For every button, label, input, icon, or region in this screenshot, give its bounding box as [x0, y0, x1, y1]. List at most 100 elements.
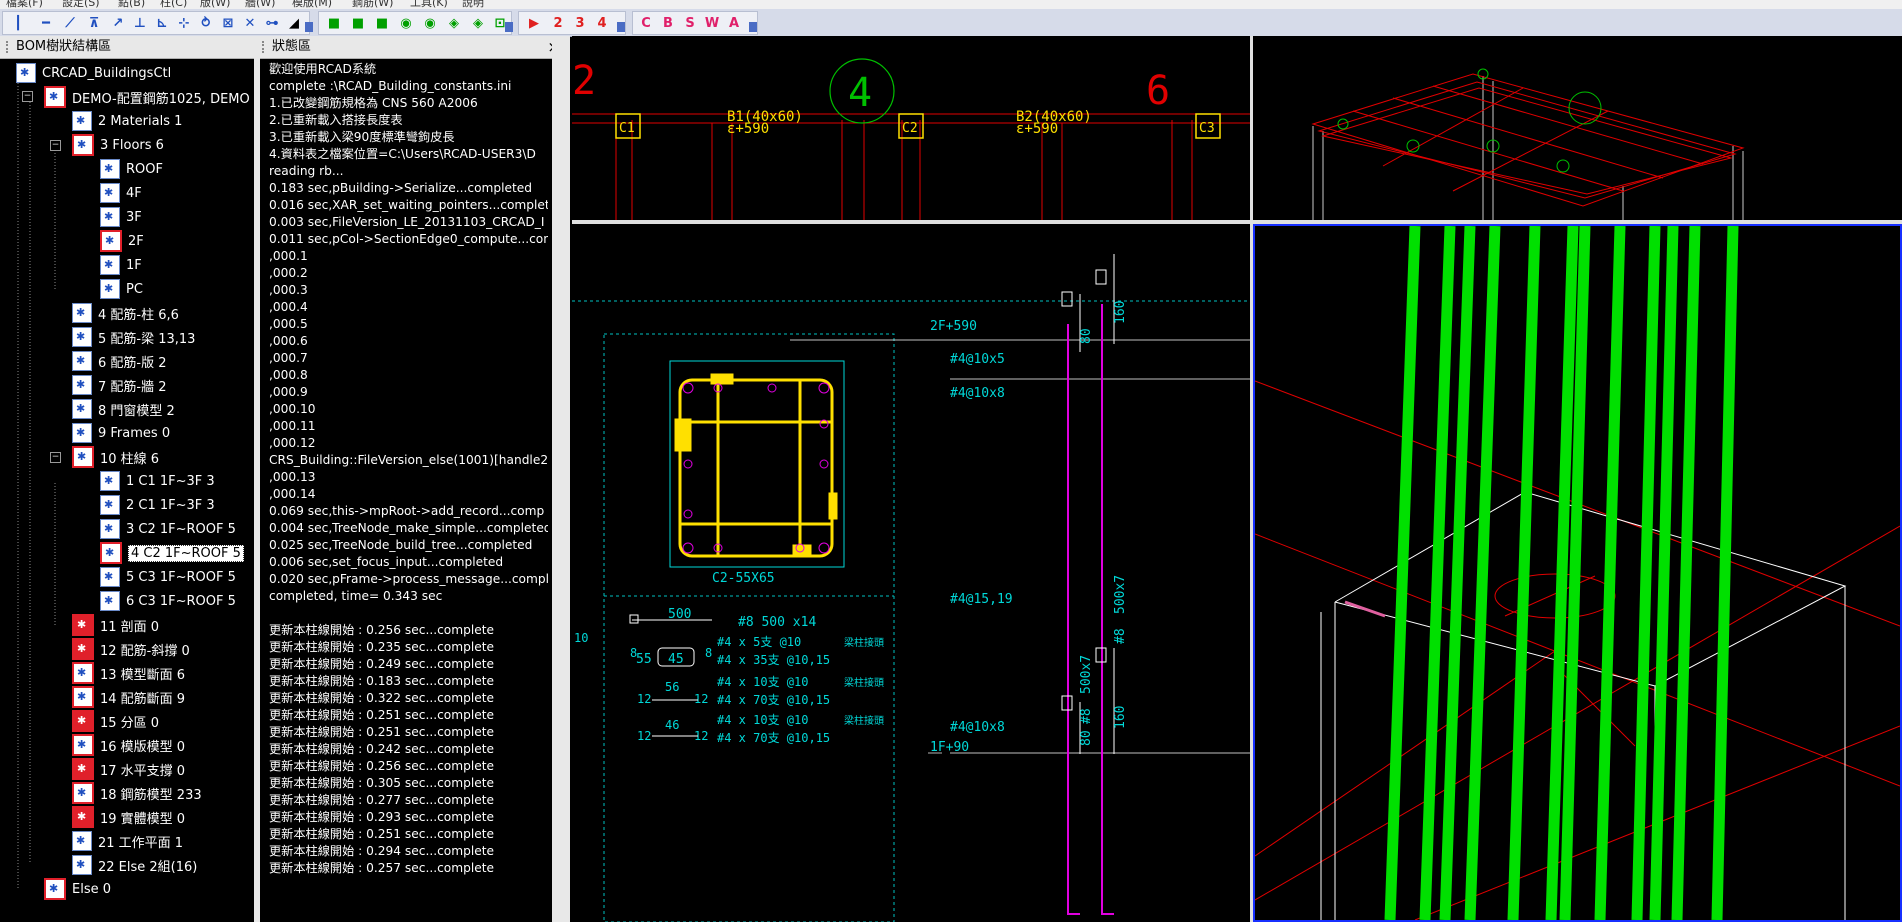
tree-item[interactable]: ✱ 3 C2 1F~ROOF 5: [100, 518, 236, 540]
tree-item[interactable]: ✱ 5 配筋-梁 13,13: [72, 326, 195, 348]
green-box-3-icon[interactable]: ■: [373, 15, 391, 31]
status-line: 更新本柱線開始 : 0.242 sec...complete: [269, 742, 495, 756]
extend-icon[interactable]: ⊾: [153, 15, 171, 31]
expand-toggle[interactable]: −: [22, 91, 33, 102]
tree-item[interactable]: ✱ 10 柱線 6: [72, 446, 159, 468]
tree-item[interactable]: ✱ 2 C1 1F~3F 3: [100, 494, 215, 516]
node-icon: ✱: [72, 327, 92, 347]
vertical-scrollbar[interactable]: [552, 36, 570, 922]
tree-item[interactable]: ✱ 18 鋼筋模型 233: [72, 782, 202, 804]
layer-2-icon[interactable]: ◈: [469, 15, 487, 31]
menu-rebar[interactable]: 鋼筋(W): [352, 0, 393, 9]
tree-item[interactable]: ✱ 4 C2 1F~ROOF 5: [100, 542, 244, 564]
menu-formwork[interactable]: 模版(M): [292, 0, 332, 9]
status-line: ,000.11: [269, 419, 316, 433]
menu-slab[interactable]: 版(W): [200, 0, 230, 9]
tree-item[interactable]: ✱ 4 配筋-柱 6,6: [72, 302, 179, 324]
tree-item[interactable]: ✱ ROOF: [100, 158, 163, 180]
tree-item[interactable]: ✱ 3F: [100, 206, 142, 228]
menu-wall[interactable]: 牆(W): [245, 0, 275, 9]
tree-item[interactable]: ✱ 2 Materials 1: [72, 110, 182, 132]
viewport-plan[interactable]: 2 4 6 C1 C2 C3 B1(40x60) ε+590 B2(40x60)…: [572, 36, 1250, 220]
node-icon: ✱: [72, 638, 94, 660]
viewport-detail[interactable]: C2-55X65 10 8 8 500 #8 500 x14 55 45 56 …: [572, 224, 1250, 922]
tree-item[interactable]: ✱ 3 Floors 6: [72, 134, 164, 156]
tree-item[interactable]: ✱ 22 Else 2組(16): [72, 854, 197, 876]
tree-item[interactable]: ✱ 5 C3 1F~ROOF 5: [100, 566, 236, 588]
filter-slab-button[interactable]: S: [681, 15, 699, 31]
menu-tools[interactable]: 工具(K): [410, 0, 448, 9]
tree-item[interactable]: ✱ 14 配筋斷面 9: [72, 686, 185, 708]
menu-column[interactable]: 柱(C): [160, 0, 187, 9]
viewport-3-button[interactable]: 3: [571, 15, 589, 31]
tree-item[interactable]: ✱ 6 C3 1F~ROOF 5: [100, 590, 236, 612]
node-icon: ✱: [72, 351, 92, 371]
tree-item[interactable]: ✱ PC: [100, 278, 143, 300]
expand-toggle[interactable]: −: [50, 140, 61, 151]
vertical-line-icon[interactable]: ┃: [9, 15, 27, 31]
tree-item[interactable]: ✱ 4F: [100, 182, 142, 204]
delete-icon[interactable]: ✕: [241, 15, 259, 31]
tree-item[interactable]: ✱ 11 剖面 0: [72, 614, 159, 636]
filter-column-button[interactable]: C: [637, 15, 655, 31]
tree-item[interactable]: ✱ 16 模版模型 0: [72, 734, 185, 756]
tree-item[interactable]: ✱ Else 0: [44, 878, 111, 900]
tree-item[interactable]: ✱ 13 模型斷面 6: [72, 662, 185, 684]
tree-item[interactable]: ✱ 6 配筋-版 2: [72, 350, 167, 372]
tree-item[interactable]: ✱ 1 C1 1F~3F 3: [100, 470, 215, 492]
status-line: 更新本柱線開始 : 0.256 sec...complete: [269, 623, 495, 637]
dock-grip-2[interactable]: [262, 41, 267, 53]
tree-item[interactable]: ✱ 19 實體模型 0: [72, 806, 185, 828]
stirrup-note: 梁柱接頭: [844, 636, 884, 649]
run-icon[interactable]: ▶: [525, 15, 543, 31]
green-box-2-icon[interactable]: ■: [349, 15, 367, 31]
tree-item-label: 1 C1 1F~3F 3: [126, 473, 215, 489]
node-icon: ✱: [100, 495, 120, 515]
filter-all-button[interactable]: A: [725, 15, 743, 31]
menu-settings[interactable]: 設定(S): [62, 0, 100, 9]
fill-triangle-icon[interactable]: ◢: [285, 15, 303, 31]
dim-v-500x7a: 500x7: [1113, 575, 1128, 614]
diagonal-line-icon[interactable]: ⟋: [61, 15, 79, 31]
tree-item[interactable]: ✱ 9 Frames 0: [72, 422, 170, 444]
viewport-3d-rebar[interactable]: [1253, 224, 1902, 922]
tree-item[interactable]: ✱ 17 水平支撐 0: [72, 758, 185, 780]
tree-item[interactable]: ✱ 21 工作平面 1: [72, 830, 183, 852]
tree-root[interactable]: ✱ CRCAD_BuildingsCtl: [16, 62, 171, 84]
green-box-icon[interactable]: ■: [325, 15, 343, 31]
tree-item[interactable]: ✱ 7 配筋-牆 2: [72, 374, 167, 396]
tree-item[interactable]: ✱ 1F: [100, 254, 142, 276]
rotate-icon[interactable]: ⥁: [197, 15, 215, 31]
node-icon: ✱: [100, 591, 120, 611]
trim-icon[interactable]: ⊥: [131, 15, 149, 31]
filter-wall-button[interactable]: W: [703, 15, 721, 31]
layer-icon[interactable]: ◈: [445, 15, 463, 31]
tree-item[interactable]: ✱ 8 門窗模型 2: [72, 398, 175, 420]
menu-file[interactable]: 檔案(F): [6, 0, 43, 9]
tree-item[interactable]: ✱ 2F: [100, 230, 144, 252]
horizontal-line-icon[interactable]: ━: [37, 15, 55, 31]
beam-line-icon[interactable]: ⊼: [85, 15, 103, 31]
elev-2f: 2F+590: [930, 319, 977, 334]
red-circle-icon[interactable]: ◉: [421, 15, 439, 31]
expand-toggle[interactable]: −: [50, 452, 61, 463]
viewport-4-button[interactable]: 4: [593, 15, 611, 31]
filter-beam-button[interactable]: B: [659, 15, 677, 31]
viewport-3d-frame[interactable]: [1253, 36, 1902, 220]
tree-demo[interactable]: ✱ DEMO-配置鋼筋1025, DEMO: [44, 86, 250, 108]
tree-item[interactable]: ✱ 12 配筋-斜撐 0: [72, 638, 190, 660]
box-select-icon[interactable]: ⊠: [219, 15, 237, 31]
tree-item[interactable]: ✱ 15 分區 0: [72, 710, 159, 732]
status-line: 歡迎使用RCAD系統: [269, 62, 377, 76]
menu-help[interactable]: 說明: [462, 0, 484, 9]
status-line: 更新本柱線開始 : 0.235 sec...complete: [269, 640, 495, 654]
dock-grip[interactable]: [6, 41, 11, 53]
offset-icon[interactable]: ⊹: [175, 15, 193, 31]
tree-item-label: 3 C2 1F~ROOF 5: [126, 521, 236, 537]
arrow-up-right-icon[interactable]: ↗: [109, 15, 127, 31]
viewport-2-button[interactable]: 2: [549, 15, 567, 31]
menu-point[interactable]: 點(B): [118, 0, 145, 9]
refresh-icon[interactable]: ◉: [397, 15, 415, 31]
snap-point-icon[interactable]: ⊶: [263, 15, 281, 31]
status-line: 0.069 sec,this->mpRoot->add_record...com…: [269, 504, 545, 518]
